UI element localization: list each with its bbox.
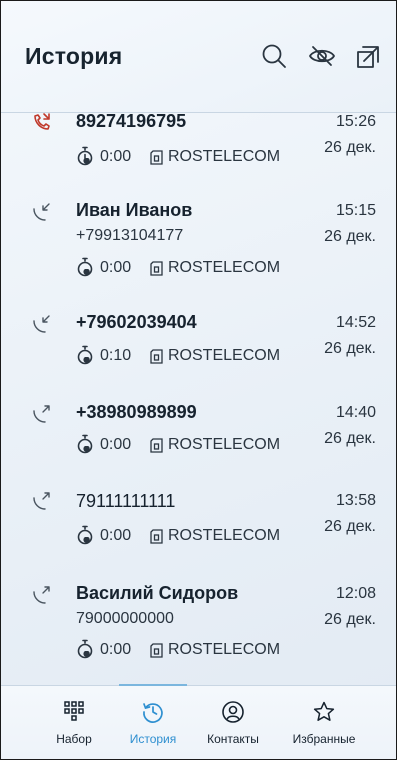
- phone-screen: История 89274196795 15:26 26 дек. 0:00 R…: [0, 0, 397, 760]
- call-date: 26 дек.: [324, 430, 376, 447]
- call-time: 12:08: [335, 585, 376, 602]
- nav-label: Набор: [56, 732, 92, 746]
- call-date: 26 дек.: [324, 518, 376, 535]
- export-icon[interactable]: [353, 41, 383, 71]
- caller-name: +38980989899: [76, 402, 197, 422]
- caller-name: +79602039404: [76, 312, 197, 332]
- call-duration: 0:00: [100, 148, 132, 165]
- nav-label: Избранные: [292, 732, 356, 746]
- operator-name: ROSTELECOM: [168, 527, 281, 544]
- stopwatch-icon: [77, 345, 93, 365]
- operator-name: ROSTELECOM: [168, 436, 281, 453]
- missed-call-icon: [31, 111, 53, 133]
- call-row[interactable]: Иван Иванов +79913104177 15:15 26 дек. 0…: [1, 198, 396, 308]
- incoming-call-icon: [31, 312, 53, 334]
- nav-active-indicator: [119, 684, 187, 686]
- stopwatch-icon: [77, 639, 93, 659]
- call-time: 15:26: [335, 113, 376, 130]
- caller-number: 79000000000: [76, 610, 174, 627]
- caller-name: Иван Иванов: [76, 200, 193, 220]
- caller-number: +79913104177: [76, 227, 184, 244]
- call-time: 15:15: [335, 202, 376, 219]
- nav-item-contacts[interactable]: Контакты: [188, 686, 278, 758]
- star-icon: [312, 700, 336, 724]
- hide-eye-icon[interactable]: [307, 41, 337, 71]
- caller-name: Василий Сидоров: [76, 583, 239, 603]
- stopwatch-icon: [77, 434, 93, 454]
- header: История: [1, 1, 396, 113]
- sim-card-icon: [150, 150, 163, 165]
- sim-card-icon: [150, 529, 163, 544]
- sim-card-icon: [150, 349, 163, 364]
- call-time: 14:40: [335, 404, 376, 421]
- call-time: 13:58: [335, 492, 376, 509]
- call-row[interactable]: 89274196795 15:26 26 дек. 0:00 ROSTELECO…: [1, 111, 396, 198]
- operator-name: ROSTELECOM: [168, 259, 281, 276]
- call-duration: 0:00: [100, 436, 132, 453]
- operator-name: ROSTELECOM: [168, 347, 281, 364]
- call-date: 26 дек.: [324, 139, 376, 156]
- nav-label: История: [129, 732, 177, 746]
- call-duration: 0:00: [100, 259, 132, 276]
- call-duration: 0:10: [100, 347, 132, 364]
- dialpad-icon: [62, 700, 86, 724]
- caller-name: 79111111111: [76, 491, 176, 511]
- stopwatch-icon: [77, 257, 93, 277]
- nav-label: Контакты: [207, 732, 259, 746]
- outgoing-call-icon: [31, 583, 53, 605]
- call-date: 26 дек.: [324, 340, 376, 357]
- call-time: 14:52: [335, 314, 376, 331]
- contacts-icon: [221, 700, 245, 724]
- operator-name: ROSTELECOM: [168, 148, 281, 165]
- call-duration: 0:00: [100, 641, 132, 658]
- nav-item-favorites[interactable]: Избранные: [279, 686, 369, 758]
- nav-item-history[interactable]: История: [108, 686, 198, 758]
- outgoing-call-icon: [31, 402, 53, 424]
- bottom-nav: Набор История Контакты Избранные: [1, 686, 396, 759]
- operator-name: ROSTELECOM: [168, 641, 281, 658]
- call-date: 26 дек.: [324, 228, 376, 245]
- nav-item-dialpad[interactable]: Набор: [29, 686, 119, 758]
- stopwatch-icon: [77, 525, 93, 545]
- caller-name: 89274196795: [76, 111, 187, 131]
- outgoing-call-icon: [31, 489, 53, 511]
- incoming-call-icon: [31, 200, 53, 222]
- call-row[interactable]: +79602039404 14:52 26 дек. 0:10 ROSTELEC…: [1, 308, 396, 396]
- call-row[interactable]: 79111111111 13:58 26 дек. 0:00 ROSTELECO…: [1, 483, 396, 571]
- call-duration: 0:00: [100, 527, 132, 544]
- call-date: 26 дек.: [324, 611, 376, 628]
- sim-card-icon: [150, 261, 163, 276]
- history-icon: [141, 700, 165, 724]
- sim-card-icon: [150, 438, 163, 453]
- page-title: История: [25, 43, 123, 69]
- call-row[interactable]: +38980989899 14:40 26 дек. 0:00 ROSTELEC…: [1, 396, 396, 483]
- stopwatch-icon: [77, 146, 93, 166]
- sim-card-icon: [150, 643, 163, 658]
- search-icon[interactable]: [259, 41, 289, 71]
- call-row[interactable]: Василий Сидоров 79000000000 12:08 26 дек…: [1, 571, 396, 681]
